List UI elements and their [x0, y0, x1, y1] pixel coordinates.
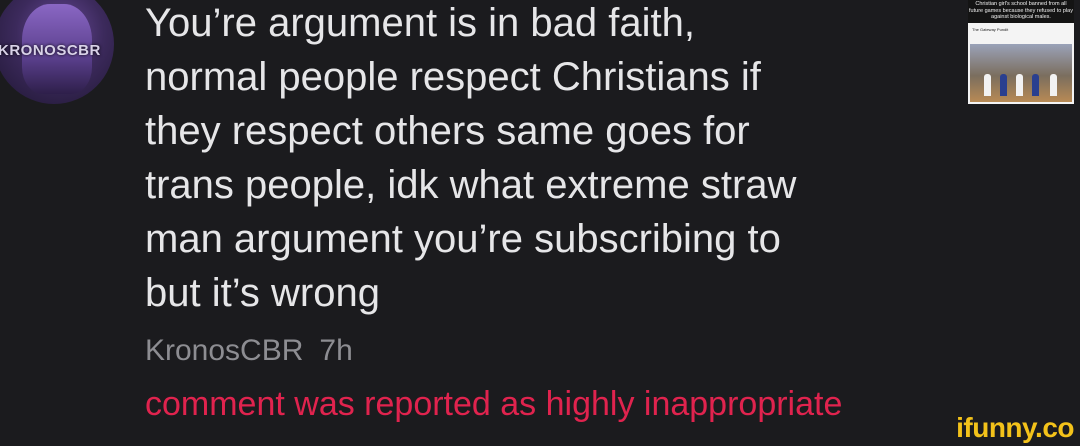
comment-text: You’re argument is in bad faith, normal …: [145, 1, 797, 315]
comment-time: 7h: [319, 334, 353, 367]
avatar[interactable]: KRONOSCBR: [0, 0, 114, 104]
comment-author[interactable]: KronosCBR: [145, 334, 303, 367]
ifunny-watermark: ifunny.co: [956, 412, 1074, 443]
comment-body: You’re argument is in bad faith, normal …: [145, 0, 945, 320]
thumbnail-source: The Gateway Pundit: [972, 27, 1009, 32]
avatar-label: KRONOSCBR: [0, 42, 101, 59]
comment-meta: KronosCBR 7h: [145, 334, 353, 368]
report-notice: comment was reported as highly inappropr…: [145, 385, 843, 423]
thumbnail-photo: [970, 44, 1072, 102]
post-thumbnail[interactable]: Christian girl's school banned from all …: [968, 0, 1074, 104]
thumbnail-headline: Christian girl's school banned from all …: [968, 0, 1074, 23]
